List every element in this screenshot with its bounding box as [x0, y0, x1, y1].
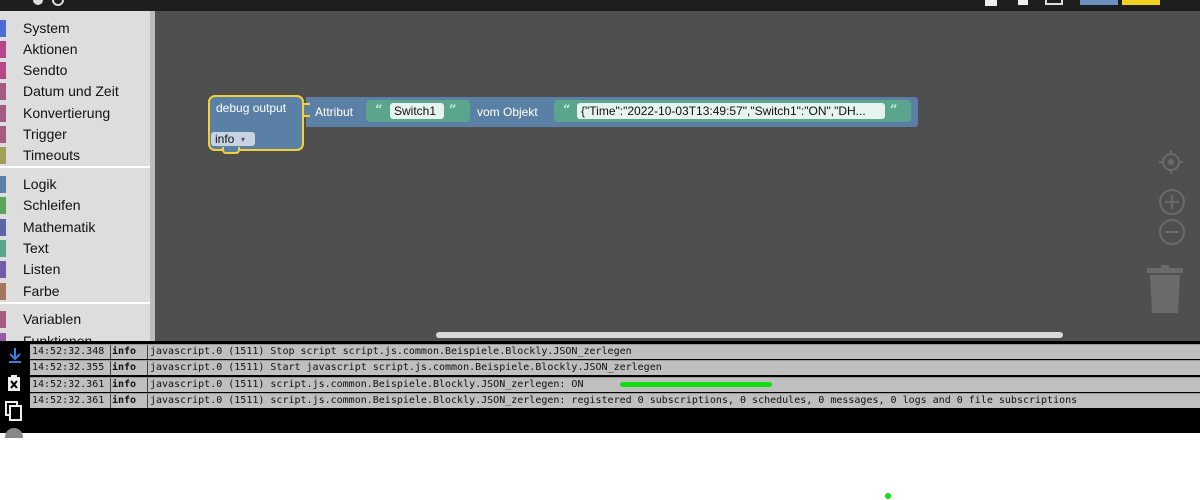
category-label: Farbe — [23, 283, 60, 299]
top-bar-icons[interactable] — [30, 0, 70, 7]
category-label: Text — [23, 240, 49, 256]
category-label: Funktionen — [23, 333, 93, 341]
toolbar-highlight-button[interactable] — [1122, 0, 1160, 5]
horizontal-scrollbar[interactable] — [436, 332, 1063, 338]
category-color-swatch — [0, 41, 6, 58]
object-label: vom Objekt — [477, 105, 538, 119]
category-label: Schleifen — [23, 197, 81, 213]
category-label: Variablen — [23, 311, 82, 327]
log-severity: info — [110, 394, 146, 408]
toolbox-category-mathematik[interactable]: Mathematik — [0, 217, 150, 238]
category-label: Mathematik — [23, 219, 96, 235]
save-icon[interactable] — [1018, 0, 1028, 5]
log-message: javascript.0 (1511) Start javascript scr… — [147, 361, 662, 375]
log-panel: 14:52:32.348 info javascript.0 (1511) Stop… — [0, 341, 1200, 438]
toolbox-category-text[interactable]: Text — [0, 238, 150, 259]
open-quote-icon: “ — [375, 103, 383, 118]
window-icon[interactable] — [985, 0, 997, 6]
toolbox-category-datum-und-zeit[interactable]: Datum und Zeit — [0, 81, 150, 102]
category-color-swatch — [0, 126, 6, 143]
chevron-down-icon: ▾ — [241, 135, 246, 144]
log-row[interactable]: 14:52:32.348 info javascript.0 (1511) Stop… — [30, 344, 1200, 359]
settings-icon[interactable] — [5, 428, 23, 438]
toolbox-category-system[interactable]: System — [0, 18, 150, 39]
category-color-swatch — [0, 20, 6, 37]
toolbox-category-konvertierung[interactable]: Konvertierung — [0, 103, 150, 124]
log-severity: info — [110, 378, 146, 392]
close-quote-icon: ” — [449, 103, 457, 118]
trash-icon[interactable] — [1147, 265, 1183, 313]
log-toolbar — [0, 341, 30, 438]
toolbox-category-schleifen[interactable]: Schleifen — [0, 195, 150, 216]
toolbox-category-sendto[interactable]: Sendto — [0, 60, 150, 81]
category-color-swatch — [0, 176, 6, 193]
log-severity: info — [110, 345, 146, 359]
category-color-swatch — [0, 105, 6, 122]
object-value-field[interactable]: {"Time":"2022-10-03T13:49:57","Switch1":… — [577, 103, 885, 119]
top-bar — [0, 0, 1200, 11]
clear-log-icon[interactable] — [7, 375, 21, 391]
category-label: Listen — [23, 261, 61, 277]
log-timestamp: 14:52:32.355 — [32, 362, 105, 373]
category-color-swatch — [0, 83, 6, 100]
toolbox-scrollbar[interactable] — [150, 11, 155, 341]
category-color-swatch — [0, 240, 6, 257]
toolbox-separator — [0, 302, 150, 304]
log-timestamp: 14:52:32.348 — [32, 346, 105, 357]
scroll-down-icon[interactable] — [7, 347, 23, 363]
copy-icon[interactable] — [5, 401, 23, 421]
close-quote-icon-2: ” — [890, 103, 898, 118]
zoom-out-icon[interactable] — [1158, 218, 1186, 246]
attribute-label: Attribut — [315, 105, 354, 119]
blockly-workspace[interactable] — [0, 11, 1200, 341]
log-level-value: info — [215, 132, 235, 146]
log-timestamp: 14:52:32.361 — [32, 379, 105, 390]
log-message: javascript.0 (1511) script.js.common.Bei… — [147, 378, 583, 392]
category-color-swatch — [0, 147, 6, 164]
toolbox-category-listen[interactable]: Listen — [0, 259, 150, 280]
toolbox-category-trigger[interactable]: Trigger — [0, 124, 150, 145]
toolbox-category-logik[interactable]: Logik — [0, 174, 150, 195]
category-label: Logik — [23, 176, 57, 192]
category-color-swatch — [0, 197, 6, 214]
toolbox-category-aktionen[interactable]: Aktionen — [0, 39, 150, 60]
category-label: Konvertierung — [23, 105, 111, 121]
attribute-value-field[interactable]: Switch1 — [390, 103, 444, 119]
zoom-in-icon[interactable] — [1158, 188, 1186, 216]
category-color-swatch — [0, 333, 6, 341]
open-quote-icon-2: “ — [563, 103, 571, 118]
progress-indicator — [620, 382, 772, 387]
category-label: Datum und Zeit — [23, 83, 119, 99]
category-label: Sendto — [23, 62, 68, 78]
toolbox-category-funktionen[interactable]: Funktionen — [0, 331, 150, 341]
log-severity: info — [110, 361, 146, 375]
toolbox-category-farbe[interactable]: Farbe — [0, 281, 150, 302]
debug-output-label: debug output — [216, 101, 287, 115]
log-timestamp: 14:52:32.361 — [32, 395, 105, 406]
category-label: Trigger — [23, 126, 67, 142]
status-dot — [885, 493, 891, 499]
toolbox-separator — [0, 166, 150, 168]
category-label: Aktionen — [23, 41, 78, 57]
log-row[interactable]: 14:52:32.361 info javascript.0 (1511) scri… — [30, 393, 1200, 408]
category-color-swatch — [0, 62, 6, 79]
log-message: javascript.0 (1511) script.js.common.Bei… — [147, 394, 1077, 408]
category-color-swatch — [0, 311, 6, 328]
category-label: System — [23, 20, 70, 36]
log-row[interactable]: 14:52:32.355 info javascript.0 (1511) Star… — [30, 360, 1200, 375]
block-notch — [222, 147, 240, 154]
category-color-swatch — [0, 261, 6, 278]
toolbox-category-timeouts[interactable]: Timeouts — [0, 145, 150, 166]
toolbox-category-variablen[interactable]: Variablen — [0, 309, 150, 330]
log-message: javascript.0 (1511) Stop script script.j… — [147, 345, 632, 359]
toolbar-button[interactable] — [1080, 0, 1118, 5]
log-row[interactable]: 14:52:32.361 info javascript.0 (1511) scri… — [30, 377, 1200, 392]
category-color-swatch — [0, 219, 6, 236]
export-icon[interactable] — [1045, 0, 1063, 5]
category-color-swatch — [0, 283, 6, 300]
category-label: Timeouts — [23, 147, 81, 163]
crosshair-icon[interactable] — [1159, 150, 1183, 174]
